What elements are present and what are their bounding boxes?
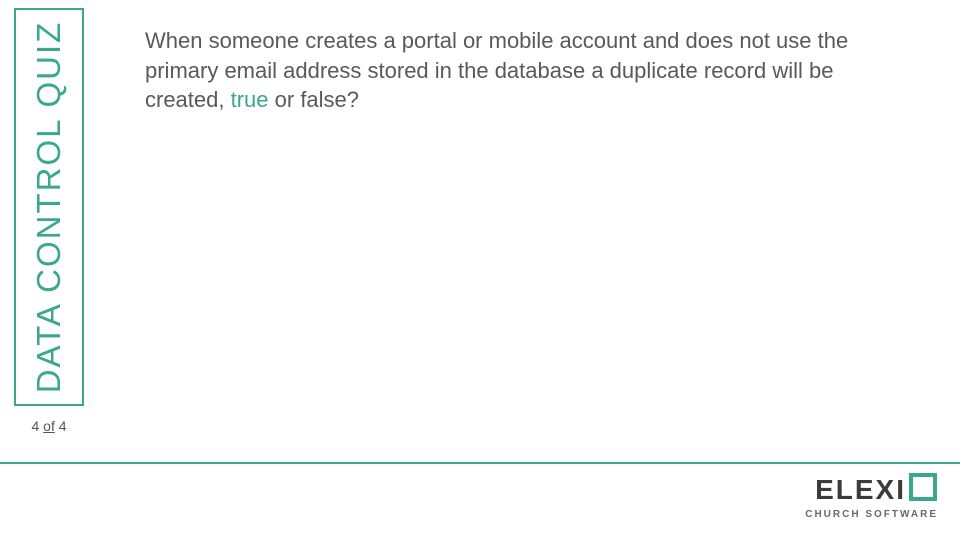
brand-logo: ELEXI CHURCH SOFTWARE bbox=[778, 472, 938, 530]
slide: DATA CONTROL QUIZ 4 of 4 When someone cr… bbox=[0, 0, 960, 540]
sidebar-title: DATA CONTROL QUIZ bbox=[30, 21, 68, 394]
page-of-word: of bbox=[43, 418, 55, 434]
brand-logo-main: ELEXI bbox=[815, 472, 938, 507]
question-suffix: or false? bbox=[269, 87, 360, 112]
question-text: When someone creates a portal or mobile … bbox=[145, 26, 905, 115]
brand-name: ELEXI bbox=[815, 474, 906, 506]
question-answer: true bbox=[231, 87, 269, 112]
brand-mark-icon bbox=[908, 472, 938, 507]
page-current: 4 bbox=[31, 418, 39, 434]
page-indicator: 4 of 4 bbox=[14, 418, 84, 444]
sidebar-title-box: DATA CONTROL QUIZ bbox=[14, 8, 84, 406]
divider-line bbox=[0, 462, 960, 464]
page-total: 4 bbox=[59, 418, 67, 434]
brand-subtitle: CHURCH SOFTWARE bbox=[778, 509, 938, 520]
